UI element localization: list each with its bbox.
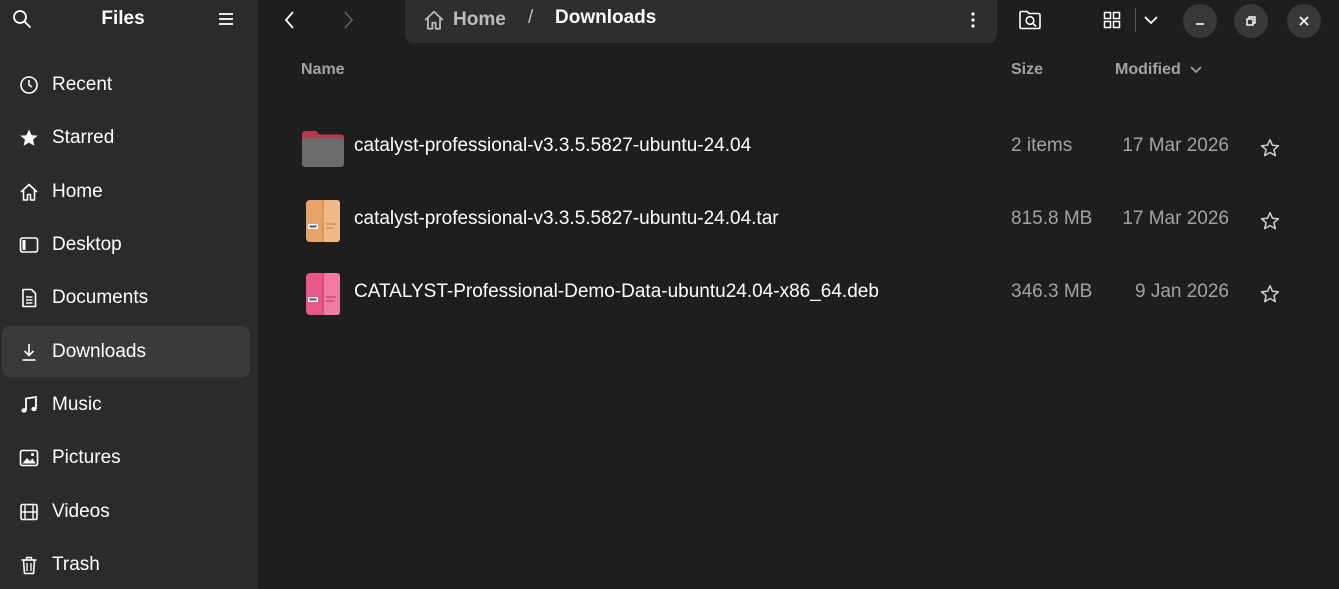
sidebar-item-home[interactable]: Home bbox=[2, 166, 250, 217]
file-row[interactable]: CATALYST-Professional-Demo-Data-ubuntu24… bbox=[258, 257, 1339, 330]
hamburger-menu-icon bbox=[219, 13, 233, 25]
sidebar-item-label: Music bbox=[52, 393, 102, 415]
picture-icon bbox=[19, 448, 39, 468]
column-header-modified[interactable]: Modified bbox=[1115, 61, 1203, 79]
star-toggle[interactable] bbox=[1258, 282, 1282, 306]
trash-icon bbox=[19, 555, 39, 575]
sidebar-item-label: Starred bbox=[52, 126, 115, 148]
star-outline-icon bbox=[1260, 285, 1280, 303]
sort-descending-icon bbox=[1190, 66, 1202, 74]
sidebar-item-trash[interactable]: Trash bbox=[2, 539, 250, 589]
sidebar-item-label: Trash bbox=[52, 553, 100, 575]
home-icon bbox=[424, 10, 444, 30]
sidebar-item-label: Pictures bbox=[52, 446, 121, 468]
star-outline-icon bbox=[1260, 139, 1280, 157]
maximize-button[interactable] bbox=[1234, 4, 1268, 38]
file-modified: 17 Mar 2026 bbox=[1122, 208, 1229, 229]
file-name: CATALYST-Professional-Demo-Data-ubuntu24… bbox=[354, 281, 879, 302]
sidebar-item-label: Videos bbox=[52, 500, 110, 522]
sidebar-item-label: Home bbox=[52, 180, 103, 202]
toolbar-divider bbox=[1135, 8, 1136, 32]
file-row[interactable]: catalyst-professional-v3.3.5.5827-ubuntu… bbox=[258, 184, 1339, 257]
star-outline-icon bbox=[1260, 212, 1280, 230]
search-icon bbox=[13, 10, 31, 28]
clock-icon bbox=[19, 75, 39, 95]
file-size: 2 items bbox=[1011, 135, 1073, 156]
header-bar: Home / Downloads bbox=[258, 0, 1339, 44]
sidebar-item-recent[interactable]: Recent bbox=[2, 59, 250, 110]
file-modified: 9 Jan 2026 bbox=[1134, 281, 1229, 302]
sidebar-item-pictures[interactable]: Pictures bbox=[2, 432, 250, 483]
back-button[interactable] bbox=[276, 6, 304, 34]
home-icon bbox=[19, 182, 39, 202]
star-toggle[interactable] bbox=[1258, 136, 1282, 160]
sidebar-item-label: Desktop bbox=[52, 233, 122, 255]
sidebar-item-label: Downloads bbox=[52, 340, 146, 362]
sidebar-item-downloads[interactable]: Downloads bbox=[2, 326, 250, 377]
file-row[interactable]: catalyst-professional-v3.3.5.5827-ubuntu… bbox=[258, 111, 1339, 184]
package-icon bbox=[306, 273, 340, 315]
sidebar: Files Recent Starred Home Desktop Docume… bbox=[0, 0, 258, 589]
file-modified: 17 Mar 2026 bbox=[1122, 135, 1229, 156]
file-size: 815.8 MB bbox=[1011, 208, 1093, 229]
column-header-name[interactable]: Name bbox=[301, 61, 345, 79]
breadcrumb-home-label: Home bbox=[453, 9, 506, 30]
restore-icon bbox=[1246, 16, 1256, 26]
music-icon bbox=[19, 395, 39, 415]
search-files-button[interactable] bbox=[1016, 6, 1044, 34]
close-icon bbox=[1299, 16, 1309, 26]
minimize-icon bbox=[1196, 23, 1204, 25]
video-icon bbox=[19, 502, 39, 522]
folder-icon bbox=[302, 131, 344, 167]
chevron-left-icon bbox=[284, 11, 294, 29]
download-icon bbox=[19, 342, 39, 362]
breadcrumb-separator: / bbox=[528, 7, 534, 28]
desktop-icon bbox=[19, 235, 39, 255]
column-header-modified-label: Modified bbox=[1115, 61, 1181, 78]
sidebar-item-videos[interactable]: Videos bbox=[2, 486, 250, 537]
sidebar-item-music[interactable]: Music bbox=[2, 379, 250, 430]
search-button[interactable] bbox=[9, 6, 35, 32]
sidebar-header: Files bbox=[0, 0, 258, 40]
star-icon bbox=[19, 128, 39, 148]
breadcrumb-current[interactable]: Downloads bbox=[555, 7, 656, 29]
close-button[interactable] bbox=[1287, 4, 1321, 38]
main-menu-button[interactable] bbox=[213, 6, 239, 32]
sidebar-item-label: Documents bbox=[52, 286, 149, 308]
kebab-menu-icon bbox=[971, 12, 975, 28]
document-icon bbox=[19, 288, 39, 308]
path-bar: Home / Downloads bbox=[405, 0, 997, 43]
column-header-size[interactable]: Size bbox=[1011, 61, 1043, 79]
sidebar-item-desktop[interactable]: Desktop bbox=[2, 219, 250, 270]
search-folder-icon bbox=[1019, 10, 1041, 30]
archive-icon bbox=[306, 200, 340, 242]
app-title: Files bbox=[101, 8, 145, 29]
sidebar-item-label: Recent bbox=[52, 73, 113, 95]
sidebar-item-documents[interactable]: Documents bbox=[2, 272, 250, 323]
minimize-button[interactable] bbox=[1183, 4, 1217, 38]
view-grid-button[interactable] bbox=[1098, 6, 1126, 34]
chevron-right-icon bbox=[344, 11, 354, 29]
path-menu-button[interactable] bbox=[960, 7, 986, 33]
star-toggle[interactable] bbox=[1258, 209, 1282, 233]
file-name: catalyst-professional-v3.3.5.5827-ubuntu… bbox=[354, 208, 779, 229]
sidebar-item-starred[interactable]: Starred bbox=[2, 112, 250, 163]
file-name: catalyst-professional-v3.3.5.5827-ubuntu… bbox=[354, 135, 752, 156]
breadcrumb-home[interactable]: Home bbox=[423, 7, 506, 33]
chevron-down-icon bbox=[1144, 16, 1158, 25]
file-size: 346.3 MB bbox=[1011, 281, 1093, 302]
grid-view-icon bbox=[1103, 11, 1121, 29]
view-options-button[interactable] bbox=[1137, 6, 1165, 34]
forward-button[interactable] bbox=[334, 6, 362, 34]
